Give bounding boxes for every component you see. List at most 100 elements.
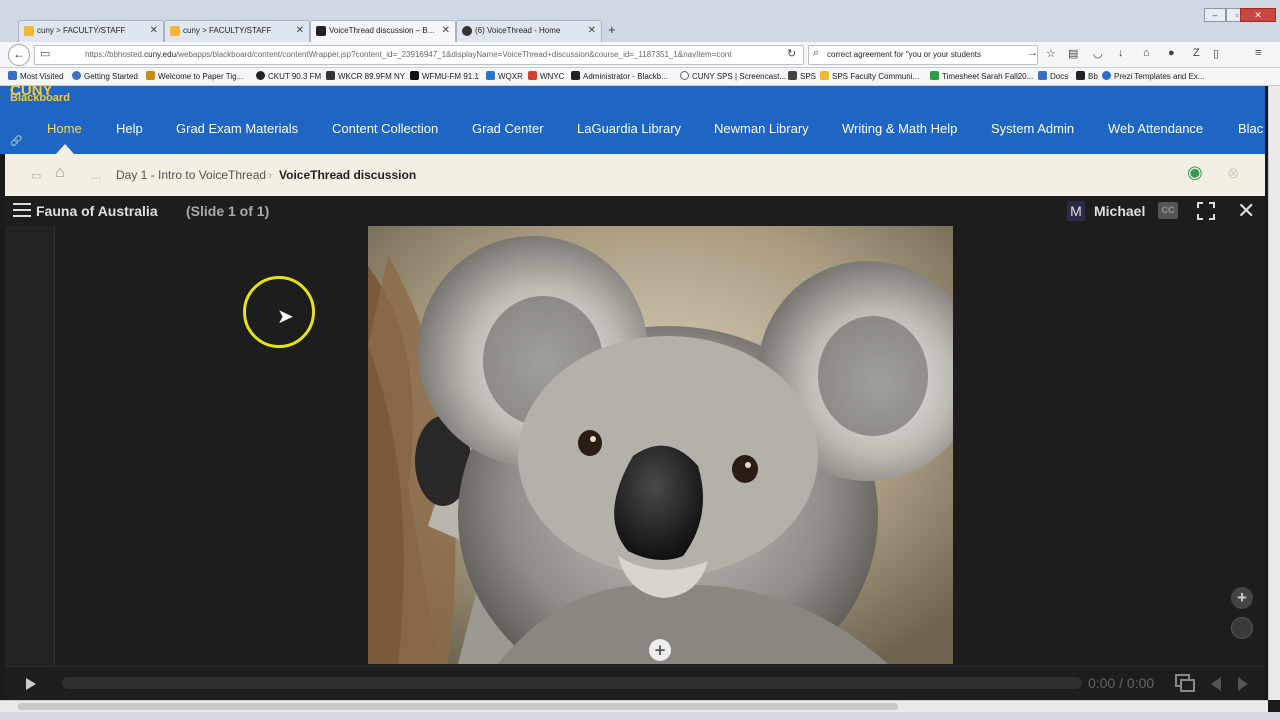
vertical-scrollbar[interactable] (1268, 86, 1280, 700)
blackboard-logo: Blackboard (10, 92, 70, 104)
back-button[interactable]: ← (8, 44, 30, 66)
bookmark-item[interactable]: CUNY SPS | Screencast... (680, 71, 786, 81)
nav-tab-system-admin[interactable]: System Admin (991, 121, 1074, 136)
user-name[interactable]: Michael (1094, 203, 1145, 219)
voicethread-favicon-icon (462, 26, 472, 36)
search-input[interactable]: correct agreement for "you or your stude… (808, 45, 1038, 65)
bookmark-label: Timesheet Sarah Fall20... (942, 72, 1034, 81)
nav-tab-home[interactable]: Home (47, 121, 82, 136)
nav-tab-help[interactable]: Help (116, 121, 143, 136)
close-window-button[interactable]: ✕ (1240, 8, 1276, 22)
breadcrumb-parent[interactable]: Day 1 - Intro to VoiceThread (116, 168, 266, 182)
bookmark-item[interactable]: WKCR 89.9FM NY (326, 71, 405, 81)
nav-tab-grad-center[interactable]: Grad Center (472, 121, 544, 136)
blackboard-header: CUNY Blackboard Home Help Grad Exam Mate… (0, 82, 1265, 154)
bookmark-item[interactable]: Welcome to Paper Tig... (146, 71, 243, 81)
bookmark-item[interactable]: CKUT 90.3 FM (256, 71, 321, 81)
zotero-icon[interactable]: Z (1193, 47, 1200, 59)
menu-icon[interactable]: ≡ (1255, 47, 1261, 59)
bookmark-item[interactable]: WFMU-FM 91.1 (410, 71, 479, 81)
nav-tab-web-attendance[interactable]: Web Attendance (1108, 121, 1203, 136)
minimize-window-button[interactable]: – (1204, 8, 1226, 22)
bookmark-label: WKCR 89.9FM NY (338, 72, 406, 81)
browser-tab-active[interactable]: VoiceThread discussion – B... ✕ (310, 20, 456, 43)
user-avatar[interactable]: M (1067, 201, 1085, 221)
bookmark-label: Bb (1088, 72, 1098, 81)
chat-icon[interactable]: ● (1168, 47, 1175, 59)
edit-mode-icon[interactable]: ◉ (1187, 162, 1203, 183)
slide-image-koala: + (368, 226, 953, 664)
timeline-scrubber[interactable] (62, 677, 1082, 689)
nav-tab-writing-math-help[interactable]: Writing & Math Help (842, 121, 957, 136)
bookmark-label: Prezi Templates and Ex... (1114, 72, 1205, 81)
bookmark-item[interactable]: Docs (1038, 71, 1068, 81)
bookmark-item[interactable]: Timesheet Sarah Fall20... (930, 71, 1033, 81)
download-icon[interactable]: ↓ (1118, 47, 1124, 59)
next-slide-icon[interactable] (1238, 677, 1248, 691)
extension-icon[interactable]: ▯ (1213, 47, 1219, 60)
tab-label: (6) VoiceThread - Home (475, 26, 561, 35)
bookmark-item[interactable]: SPS (788, 71, 816, 81)
bookmark-label: SPS (800, 72, 817, 81)
bookmark-item[interactable]: Administrator - Blackb... (571, 71, 668, 81)
search-value: correct agreement for "you or your stude… (827, 50, 982, 59)
bookmark-item[interactable]: Most Visited (8, 71, 63, 81)
search-go-icon[interactable]: → (1027, 47, 1038, 59)
browser-tab[interactable]: (6) VoiceThread - Home ✕ (456, 20, 602, 42)
horizontal-scrollbar[interactable] (0, 700, 1268, 712)
record-button[interactable] (1231, 617, 1253, 639)
pocket-icon[interactable]: ◡ (1093, 47, 1103, 60)
add-comment-button[interactable]: + (1231, 587, 1253, 609)
bookmark-item[interactable]: SPS Faculty Communi... (820, 71, 919, 81)
bookmark-label: Most Visited (20, 72, 64, 81)
address-bar[interactable]: https://bbhosted.cuny.edu/webapps/blackb… (34, 45, 804, 65)
nav-tab-laguardia-library[interactable]: LaGuardia Library (577, 121, 681, 136)
closed-captions-button[interactable]: CC (1158, 202, 1178, 219)
bookmark-item[interactable]: Getting Started (72, 71, 138, 81)
url-prefix: https://bbhosted. (85, 50, 145, 59)
playback-time: 0:00 / 0:00 (1088, 675, 1155, 691)
nav-tab-grad-exam-materials[interactable]: Grad Exam Materials (176, 121, 298, 136)
menu-icon[interactable] (13, 203, 31, 217)
close-tab-icon[interactable]: ✕ (296, 21, 304, 41)
bookmark-label: SPS Faculty Communi... (832, 72, 920, 81)
bookmark-label: Docs (1050, 72, 1069, 81)
bookmark-label: CUNY SPS | Screencast... (692, 72, 786, 81)
bookmarks-bar: Most Visited Getting Started Welcome to … (0, 68, 1280, 86)
home-icon[interactable]: ⌂ (55, 164, 65, 182)
playback-bar: 0:00 / 0:00 (5, 666, 1265, 700)
browser-tab[interactable]: cuny > FACULTY/STAFF ✕ (18, 20, 164, 42)
blackboard-favicon-icon (316, 26, 326, 36)
bookmark-item[interactable]: Prezi Templates and Ex... (1102, 71, 1205, 81)
browser-tab[interactable]: cuny > FACULTY/STAFF ✕ (164, 20, 310, 42)
link-icon[interactable]: 🔗 (10, 136, 22, 147)
bookmark-label: WFMU-FM 91.1 (422, 72, 479, 81)
scrollbar-thumb[interactable] (18, 703, 898, 710)
bookmark-item[interactable]: WNYC (528, 71, 564, 81)
nav-tab-overflow[interactable]: Blac (1238, 121, 1263, 136)
close-tab-icon[interactable]: ✕ (588, 21, 596, 41)
close-tab-icon[interactable]: ✕ (442, 21, 450, 41)
home-icon[interactable]: ⌂ (1143, 47, 1150, 59)
nav-tab-content-collection[interactable]: Content Collection (332, 121, 438, 136)
reload-icon[interactable]: ↻ (787, 47, 796, 60)
close-circle-icon[interactable]: ⊗ (1227, 164, 1240, 182)
close-icon[interactable]: ✕ (1237, 198, 1255, 224)
breadcrumb-ellipsis[interactable]: ... (91, 168, 101, 182)
url-path: /webapps/blackboard/content/contentWrapp… (176, 50, 732, 59)
search-icon: ⌕ (813, 47, 820, 59)
previous-slide-icon[interactable] (1211, 677, 1221, 691)
bookmark-star-icon[interactable]: ☆ (1046, 47, 1056, 60)
course-menu-toggle-icon[interactable]: ▭ (31, 169, 41, 182)
play-icon[interactable] (26, 678, 36, 690)
window-bottom-edge (0, 712, 1280, 720)
close-tab-icon[interactable]: ✕ (150, 21, 158, 41)
fullscreen-icon[interactable] (1197, 202, 1215, 220)
bookmark-item[interactable]: WQXR (486, 71, 523, 81)
bookmarks-list-icon[interactable]: ▤ (1068, 47, 1078, 60)
breadcrumb: ▭ ⌂ ... Day 1 - Intro to VoiceThread › V… (5, 154, 1265, 196)
slides-icon[interactable] (1175, 674, 1195, 692)
new-tab-button[interactable]: + (608, 22, 616, 37)
nav-tab-newman-library[interactable]: Newman Library (714, 121, 809, 136)
bookmark-item[interactable]: Bb (1076, 71, 1098, 81)
